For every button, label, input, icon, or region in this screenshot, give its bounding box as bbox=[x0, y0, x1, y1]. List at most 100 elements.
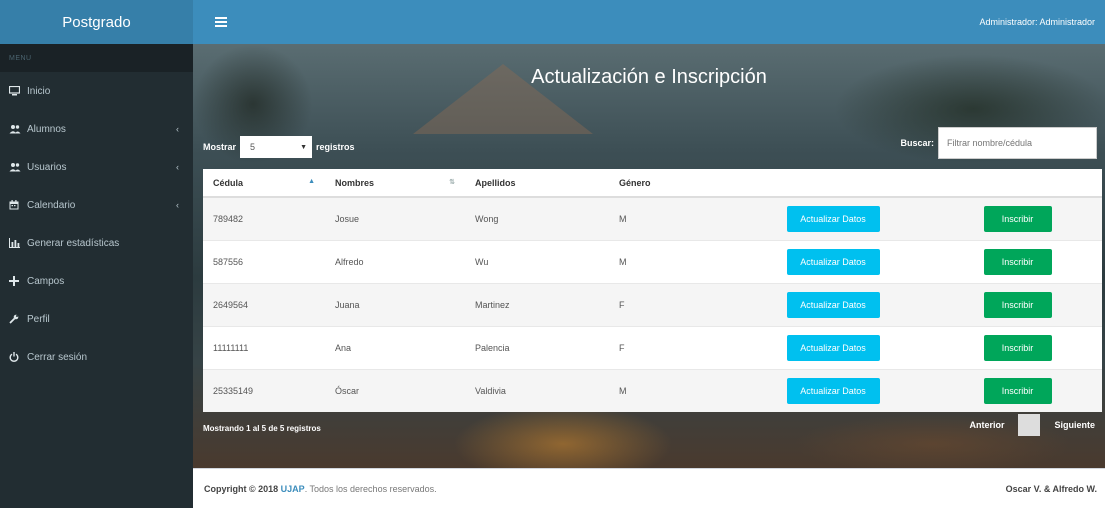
cell-genero: F bbox=[609, 325, 733, 369]
rights-text: . Todos los derechos reservados. bbox=[304, 483, 437, 494]
update-data-button[interactable]: Actualizar Datos bbox=[786, 205, 880, 232]
background-photo-light bbox=[453, 404, 673, 468]
table-row: 25335149 Óscar Valdivia M Actualizar Dat… bbox=[203, 368, 1102, 412]
cell-nombres: Óscar bbox=[325, 368, 465, 412]
sidebar-item-label: Campos bbox=[27, 275, 65, 287]
sidebar-item-inicio[interactable]: Inicio bbox=[0, 72, 193, 110]
cell-cedula: 789482 bbox=[203, 196, 325, 240]
column-header-apellidos[interactable]: Apellidos bbox=[465, 169, 609, 198]
copyright-text: Copyright © 2018 bbox=[204, 483, 279, 494]
cell-nombres: Juana bbox=[325, 282, 465, 326]
cell-update: Actualizar Datos bbox=[733, 325, 933, 369]
cell-apellidos: Martinez bbox=[465, 282, 609, 326]
sidebar-menu: Inicio Alumnos ‹ Usuarios ‹ Calendario ‹ bbox=[0, 72, 193, 376]
plus-icon bbox=[9, 276, 25, 286]
chevron-left-icon: ‹ bbox=[176, 124, 179, 134]
cell-apellidos: Wu bbox=[465, 239, 609, 283]
column-header-nombres[interactable]: Nombres ⇅ bbox=[325, 169, 465, 198]
sidebar-item-estadisticas[interactable]: Generar estadísticas bbox=[0, 224, 193, 262]
cell-enroll: Inscribir bbox=[933, 368, 1102, 412]
caret-down-icon: ▼ bbox=[300, 143, 308, 151]
current-page-button[interactable] bbox=[1018, 414, 1041, 436]
top-navbar: Administrador: Administrador bbox=[193, 0, 1105, 44]
pagination: Anterior Siguiente bbox=[969, 414, 1095, 436]
column-header-label: Género bbox=[619, 177, 651, 188]
enroll-button[interactable]: Inscribir bbox=[983, 248, 1052, 275]
enroll-button[interactable]: Inscribir bbox=[983, 334, 1052, 361]
previous-page-button[interactable]: Anterior bbox=[969, 420, 1004, 430]
column-header-label: Apellidos bbox=[475, 177, 516, 188]
cell-nombres: Alfredo bbox=[325, 239, 465, 283]
cell-enroll: Inscribir bbox=[933, 282, 1102, 326]
update-data-button[interactable]: Actualizar Datos bbox=[786, 377, 880, 404]
sidebar-item-usuarios[interactable]: Usuarios ‹ bbox=[0, 148, 193, 186]
sidebar-item-alumnos[interactable]: Alumnos ‹ bbox=[0, 110, 193, 148]
cell-nombres: Ana bbox=[325, 325, 465, 369]
sidebar-item-label: Generar estadísticas bbox=[27, 237, 120, 249]
sidebar-item-label: Alumnos bbox=[27, 123, 66, 135]
next-page-button[interactable]: Siguiente bbox=[1054, 420, 1095, 430]
sidebar-item-label: Perfil bbox=[27, 313, 50, 325]
cell-apellidos: Palencia bbox=[465, 325, 609, 369]
column-header-cedula[interactable]: Cédula ▲ bbox=[203, 169, 325, 198]
page-title: Actualización e Inscripción bbox=[531, 66, 767, 88]
sidebar-item-label: Inicio bbox=[27, 85, 51, 97]
cell-update: Actualizar Datos bbox=[733, 196, 933, 240]
cell-genero: M bbox=[609, 239, 733, 283]
sort-icon: ⇅ bbox=[449, 179, 455, 186]
entries-per-page-select[interactable]: 5 ▼ bbox=[240, 136, 313, 158]
column-header-genero[interactable]: Género bbox=[609, 169, 733, 198]
cell-apellidos: Wong bbox=[465, 196, 609, 240]
cell-enroll: Inscribir bbox=[933, 239, 1102, 283]
show-label: Mostrar bbox=[203, 142, 237, 152]
cell-update: Actualizar Datos bbox=[733, 282, 933, 326]
table-row: 789482 Josue Wong M Actualizar Datos Ins… bbox=[203, 196, 1102, 240]
sidebar-item-label: Cerrar sesión bbox=[27, 351, 88, 363]
monitor-icon bbox=[9, 86, 25, 96]
user-menu[interactable]: Administrador: Administrador bbox=[979, 17, 1095, 27]
column-header-label: Nombres bbox=[335, 177, 375, 188]
copyright: Copyright © 2018 UJAP. Todos los derecho… bbox=[204, 484, 437, 494]
update-data-button[interactable]: Actualizar Datos bbox=[786, 291, 880, 318]
length-control: Mostrar 5 ▼ registros bbox=[203, 136, 355, 158]
authors: Oscar V. & Alfredo W. bbox=[1005, 483, 1097, 494]
column-header-enroll bbox=[933, 169, 1102, 198]
sidebar-item-label: Calendario bbox=[27, 199, 76, 211]
cell-cedula: 11111111 bbox=[203, 325, 325, 369]
update-data-button[interactable]: Actualizar Datos bbox=[786, 248, 880, 275]
enroll-button[interactable]: Inscribir bbox=[983, 205, 1052, 232]
sidebar-item-perfil[interactable]: Perfil bbox=[0, 300, 193, 338]
cell-update: Actualizar Datos bbox=[733, 239, 933, 283]
update-data-button[interactable]: Actualizar Datos bbox=[786, 334, 880, 361]
cell-enroll: Inscribir bbox=[933, 196, 1102, 240]
app-logo[interactable]: Postgrado bbox=[0, 0, 193, 44]
sidebar-item-cerrar-sesion[interactable]: Cerrar sesión bbox=[0, 338, 193, 376]
sidebar-item-calendario[interactable]: Calendario ‹ bbox=[0, 186, 193, 224]
organization-link[interactable]: UJAP bbox=[281, 484, 305, 494]
footer: Copyright © 2018 UJAP. Todos los derecho… bbox=[193, 468, 1105, 508]
power-icon bbox=[9, 352, 25, 362]
cell-enroll: Inscribir bbox=[933, 325, 1102, 369]
wrench-icon bbox=[9, 314, 25, 324]
search-control: Buscar: bbox=[900, 127, 1097, 159]
cell-genero: M bbox=[609, 368, 733, 412]
users-icon bbox=[9, 162, 25, 172]
cell-genero: F bbox=[609, 282, 733, 326]
search-label: Buscar: bbox=[900, 138, 934, 148]
table-header-row: Cédula ▲ Nombres ⇅ Apellidos Género bbox=[203, 169, 1102, 198]
cell-genero: M bbox=[609, 196, 733, 240]
search-input[interactable] bbox=[938, 127, 1097, 159]
column-header-label: Cédula bbox=[213, 177, 244, 188]
cell-cedula: 2649564 bbox=[203, 282, 325, 326]
sidebar-header: MENU bbox=[0, 44, 193, 72]
enroll-button[interactable]: Inscribir bbox=[983, 291, 1052, 318]
menu-toggle-icon[interactable] bbox=[215, 17, 227, 27]
sidebar: Postgrado MENU Inicio Alumnos ‹ Usuarios… bbox=[0, 0, 193, 508]
enroll-button[interactable]: Inscribir bbox=[983, 377, 1052, 404]
cell-apellidos: Valdivia bbox=[465, 368, 609, 412]
records-label: registros bbox=[316, 142, 355, 152]
sidebar-item-campos[interactable]: Campos bbox=[0, 262, 193, 300]
users-icon bbox=[9, 124, 25, 134]
cell-update: Actualizar Datos bbox=[733, 368, 933, 412]
calendar-icon bbox=[9, 200, 25, 210]
